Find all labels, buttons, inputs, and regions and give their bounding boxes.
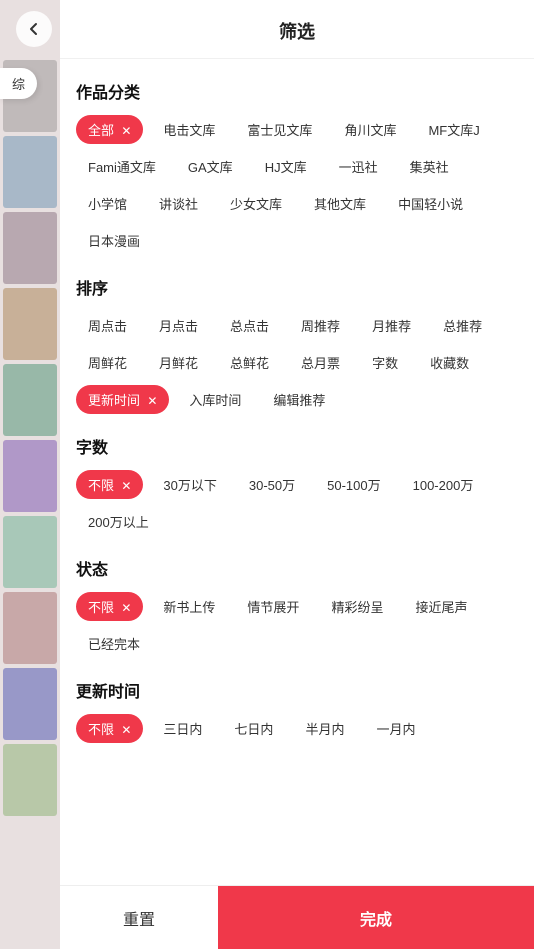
tag-favorites[interactable]: 收藏数 — [418, 348, 481, 377]
section-wordcount: 字数 不限 ✕ 30万以下 30-50万 50-100万 100-200万 200万以上 — [76, 434, 518, 536]
tag-st-plot[interactable]: 情节展开 — [235, 592, 311, 621]
tag-st-exciting[interactable]: 精彩纷呈 — [319, 592, 395, 621]
tag-add-time[interactable]: 入库时间 — [177, 385, 253, 414]
section-update-time: 更新时间 不限 ✕ 三日内七日内半月内一月内 — [76, 678, 518, 743]
tag-st-complete[interactable]: 已经完本 — [76, 629, 152, 658]
status-tags: 不限 ✕ 新书上传情节展开精彩纷呈接近尾声已经完本 — [76, 592, 518, 658]
tag-wc-30[interactable]: 30万以下 — [151, 470, 228, 499]
tag-week-flower[interactable]: 周鲜花 — [76, 348, 139, 377]
tag-jiaochu[interactable]: 角川文库 — [332, 115, 408, 144]
book-thumb-3 — [3, 288, 57, 360]
tag-ut-7[interactable]: 七日内 — [222, 714, 285, 743]
tag-wc-100-200[interactable]: 100-200万 — [401, 470, 486, 499]
update-time-tags: 不限 ✕ 三日内七日内半月内一月内 — [76, 714, 518, 743]
tag-shaonv[interactable]: 少女文库 — [218, 189, 294, 218]
filter-panel: 筛选 作品分类 全部 ✕ 电击文库富士见文库角川文库 MF文库J Fami通文库 GA文… — [60, 0, 534, 949]
section-sort: 排序 周点击月点击总点击周推荐月推荐总推荐周鲜花月鲜花总鲜花总月票字数收藏数更新… — [76, 275, 518, 414]
tag-total-click[interactable]: 总点击 — [218, 311, 281, 340]
sort-tags: 周点击月点击总点击周推荐月推荐总推荐周鲜花月鲜花总鲜花总月票字数收藏数更新时间 … — [76, 311, 518, 414]
close-icon: ✕ — [118, 601, 131, 615]
tag-ut-all[interactable]: 不限 ✕ — [76, 714, 143, 743]
footer: 重置 完成 — [60, 885, 534, 949]
tag-hj[interactable]: HJ文库 — [253, 152, 319, 181]
tag-manga[interactable]: 日本漫画 — [76, 226, 152, 255]
close-icon: ✕ — [118, 723, 131, 737]
tag-wc-200[interactable]: 200万以上 — [76, 507, 161, 536]
tag-total-rec[interactable]: 总推荐 — [431, 311, 494, 340]
sort-title: 排序 — [76, 275, 518, 299]
back-button[interactable] — [16, 11, 52, 47]
tab-综[interactable]: 综 — [0, 68, 37, 99]
section-category: 作品分类 全部 ✕ 电击文库富士见文库角川文库 MF文库J Fami通文库 GA文库 HJ… — [76, 79, 518, 255]
reset-button[interactable]: 重置 — [60, 886, 218, 949]
book-thumb-7 — [3, 592, 57, 664]
tag-wc-50-100[interactable]: 50-100万 — [315, 470, 392, 499]
tag-total-ticket[interactable]: 总月票 — [289, 348, 352, 377]
book-thumb-1 — [3, 136, 57, 208]
category-tags: 全部 ✕ 电击文库富士见文库角川文库 MF文库J Fami通文库 GA文库 HJ文库一迅社… — [76, 115, 518, 255]
tag-ga[interactable]: GA文库 — [176, 152, 245, 181]
wordcount-title: 字数 — [76, 434, 518, 458]
tag-qita[interactable]: 其他文库 — [302, 189, 378, 218]
book-thumb-2 — [3, 212, 57, 284]
tag-wordcount[interactable]: 字数 — [360, 348, 410, 377]
tag-st-new[interactable]: 新书上传 — [151, 592, 227, 621]
tag-mfj[interactable]: MF文库J — [416, 115, 491, 144]
section-status: 状态 不限 ✕ 新书上传情节展开精彩纷呈接近尾声已经完本 — [76, 556, 518, 658]
tag-wc-30-50[interactable]: 30-50万 — [237, 470, 307, 499]
tag-fuji[interactable]: 富士见文库 — [235, 115, 324, 144]
tag-st-ending[interactable]: 接近尾声 — [403, 592, 479, 621]
book-thumb-9 — [3, 744, 57, 816]
tag-all[interactable]: 全部 ✕ — [76, 115, 143, 144]
tag-week-click[interactable]: 周点击 — [76, 311, 139, 340]
close-icon: ✕ — [118, 479, 131, 493]
tag-month-rec[interactable]: 月推荐 — [360, 311, 423, 340]
tag-editor-rec[interactable]: 编辑推荐 — [261, 385, 337, 414]
tag-week-rec[interactable]: 周推荐 — [289, 311, 352, 340]
close-icon: ✕ — [118, 124, 131, 138]
tag-ut-3[interactable]: 三日内 — [151, 714, 214, 743]
tag-update-time[interactable]: 更新时间 ✕ — [76, 385, 169, 414]
tag-month-click[interactable]: 月点击 — [147, 311, 210, 340]
wordcount-tags: 不限 ✕ 30万以下 30-50万 50-100万 100-200万 200万以上 — [76, 470, 518, 536]
tag-yixun[interactable]: 一迅社 — [327, 152, 390, 181]
tag-fami[interactable]: Fami通文库 — [76, 152, 168, 181]
tag-st-all[interactable]: 不限 ✕ — [76, 592, 143, 621]
book-thumb-6 — [3, 516, 57, 588]
close-icon: ✕ — [144, 394, 157, 408]
tag-china[interactable]: 中国轻小说 — [386, 189, 475, 218]
tag-ut-30[interactable]: 一月内 — [364, 714, 427, 743]
tag-xiaoxue[interactable]: 小学馆 — [76, 189, 139, 218]
filter-content: 作品分类 全部 ✕ 电击文库富士见文库角川文库 MF文库J Fami通文库 GA文库 HJ… — [60, 59, 534, 885]
tag-jiying[interactable]: 集英社 — [398, 152, 461, 181]
tag-ut-15[interactable]: 半月内 — [293, 714, 356, 743]
update-time-title: 更新时间 — [76, 678, 518, 702]
header: 筛选 — [60, 0, 534, 59]
tag-dianji[interactable]: 电击文库 — [151, 115, 227, 144]
tag-jiangtan[interactable]: 讲谈社 — [147, 189, 210, 218]
tag-total-flower[interactable]: 总鲜花 — [218, 348, 281, 377]
tag-wc-all[interactable]: 不限 ✕ — [76, 470, 143, 499]
category-title: 作品分类 — [76, 79, 518, 103]
tag-month-flower[interactable]: 月鲜花 — [147, 348, 210, 377]
status-title: 状态 — [76, 556, 518, 580]
header-title: 筛选 — [279, 18, 315, 44]
book-thumb-5 — [3, 440, 57, 512]
sidebar-books — [0, 60, 60, 816]
confirm-button[interactable]: 完成 — [218, 886, 534, 949]
book-thumb-4 — [3, 364, 57, 436]
book-thumb-8 — [3, 668, 57, 740]
